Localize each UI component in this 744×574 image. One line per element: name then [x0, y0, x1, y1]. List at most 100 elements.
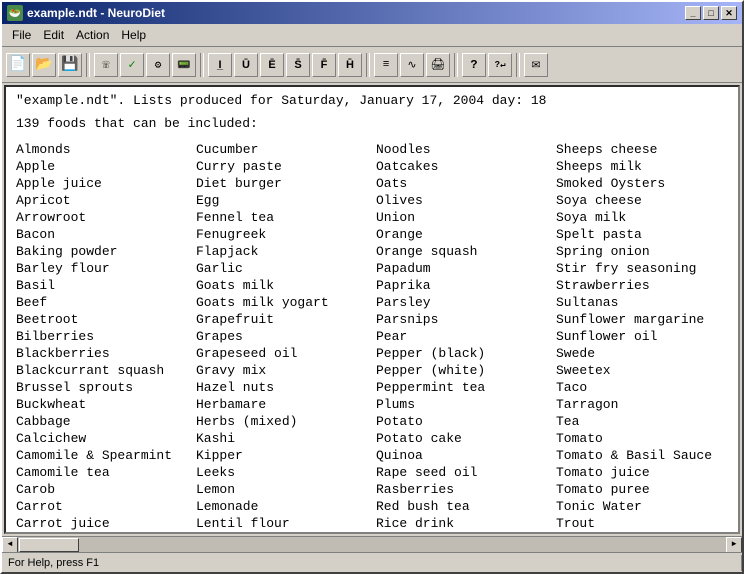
- food-item: Carrot juice: [16, 515, 196, 532]
- wave-icon: ∿: [407, 58, 416, 72]
- print-button[interactable]: 🖨: [426, 53, 450, 77]
- tool-phone2[interactable]: 📟: [172, 53, 196, 77]
- tool-wave[interactable]: ∿: [400, 53, 424, 77]
- food-item: Strawberries: [556, 277, 736, 294]
- menu-edit[interactable]: Edit: [37, 26, 70, 44]
- food-item: Parsley: [376, 294, 556, 311]
- food-item: Egg: [196, 192, 376, 209]
- tool-text-U[interactable]: Ū: [234, 53, 258, 77]
- food-item: Flapjack: [196, 243, 376, 260]
- food-item: Noodles: [376, 141, 556, 158]
- food-item: Gravy mix: [196, 362, 376, 379]
- food-item: Tarragon: [556, 396, 736, 413]
- text-E-icon: Ē: [268, 59, 275, 71]
- food-item: Taco: [556, 379, 736, 396]
- text-H-icon: H̄: [346, 59, 354, 71]
- food-item: Fennel tea: [196, 209, 376, 226]
- food-item: Calcichew: [16, 430, 196, 447]
- text-U-icon: Ū: [242, 59, 250, 71]
- tool-network[interactable]: ⚙: [146, 53, 170, 77]
- food-item: Plums: [376, 396, 556, 413]
- food-item: Barley flour: [16, 260, 196, 277]
- close-button[interactable]: ✕: [721, 6, 737, 20]
- food-item: Tomato juice: [556, 464, 736, 481]
- sep4: [454, 53, 458, 77]
- tool-text-E[interactable]: Ē: [260, 53, 284, 77]
- new-button[interactable]: 📄: [6, 53, 30, 77]
- food-item: Lemon: [196, 481, 376, 498]
- window-title: example.ndt - NeuroDiet: [27, 6, 165, 20]
- food-item: Pepper (black): [376, 345, 556, 362]
- food-item: Tea: [556, 413, 736, 430]
- food-item: Camomile & Spearmint: [16, 447, 196, 464]
- menu-file[interactable]: File: [6, 26, 37, 44]
- food-item: Beetroot: [16, 311, 196, 328]
- food-item: Union: [376, 209, 556, 226]
- scroll-h-left[interactable]: ◄: [2, 537, 18, 553]
- sep2: [200, 53, 204, 77]
- tool-line[interactable]: ≡: [374, 53, 398, 77]
- email-icon: ✉: [532, 56, 540, 73]
- menu-help[interactable]: Help: [115, 26, 152, 44]
- network-icon: ⚙: [155, 58, 162, 72]
- food-item: Leeks: [196, 464, 376, 481]
- scroll-h-right[interactable]: ►: [726, 537, 742, 553]
- food-item: Turkey: [556, 532, 736, 534]
- food-item: Sweetex: [556, 362, 736, 379]
- menu-action[interactable]: Action: [70, 26, 115, 44]
- food-item: Beef: [16, 294, 196, 311]
- food-item: Peppermint tea: [376, 379, 556, 396]
- scroll-h-track[interactable]: [18, 537, 726, 553]
- food-item: Paprika: [376, 277, 556, 294]
- help-button[interactable]: ?: [462, 53, 486, 77]
- food-item: Sheeps milk: [556, 158, 736, 175]
- food-item: Spelt pasta: [556, 226, 736, 243]
- food-item: Spring onion: [556, 243, 736, 260]
- food-item: Lime flower tea: [196, 532, 376, 534]
- header-line1: "example.ndt". Lists produced for Saturd…: [16, 93, 728, 108]
- food-item: Pear: [376, 328, 556, 345]
- save-button[interactable]: 💾: [58, 53, 82, 77]
- food-item: Brussel sprouts: [16, 379, 196, 396]
- bottom-bar: For Help, press F1: [2, 552, 742, 572]
- food-item: Carob: [16, 481, 196, 498]
- food-item: Blackcurrant squash: [16, 362, 196, 379]
- food-item: Tomato: [556, 430, 736, 447]
- food-item: Almonds: [16, 141, 196, 158]
- food-item: Rasberries: [376, 481, 556, 498]
- print-icon: 🖨: [430, 57, 445, 72]
- tool-text-S[interactable]: S̄: [286, 53, 310, 77]
- minimize-button[interactable]: _: [685, 6, 701, 20]
- line-icon: ≡: [383, 59, 390, 71]
- food-item: Rice flour: [376, 532, 556, 534]
- scroll-h-thumb[interactable]: [19, 538, 79, 552]
- food-item: Orange squash: [376, 243, 556, 260]
- help-icon: ?: [470, 58, 477, 72]
- help2-button[interactable]: ?↵: [488, 53, 512, 77]
- open-button[interactable]: 📂: [32, 53, 56, 77]
- food-item: Arrowroot: [16, 209, 196, 226]
- food-item: Stir fry seasoning: [556, 260, 736, 277]
- food-item: Bacon: [16, 226, 196, 243]
- status-text: For Help, press F1: [8, 557, 99, 569]
- food-item: Orange: [376, 226, 556, 243]
- h-scrollbar[interactable]: ◄ ►: [2, 536, 742, 552]
- email-button[interactable]: ✉: [524, 53, 548, 77]
- main-content[interactable]: "example.ndt". Lists produced for Saturd…: [4, 85, 740, 534]
- food-item: Apple: [16, 158, 196, 175]
- food-item: Red bush tea: [376, 498, 556, 515]
- food-item: Blackberries: [16, 345, 196, 362]
- tool-check[interactable]: ✓: [120, 53, 144, 77]
- app-icon: 🥗: [7, 5, 23, 21]
- food-item: Goats milk: [196, 277, 376, 294]
- help2-icon: ?↵: [495, 60, 506, 70]
- food-item: Curry paste: [196, 158, 376, 175]
- food-item: Quinoa: [376, 447, 556, 464]
- tool-text-H[interactable]: H̄: [338, 53, 362, 77]
- tool-text-I[interactable]: I̲: [208, 53, 232, 77]
- food-item: Baking powder: [16, 243, 196, 260]
- food-item: Sultanas: [556, 294, 736, 311]
- maximize-button[interactable]: □: [703, 6, 719, 20]
- tool-phone1[interactable]: ☏: [94, 53, 118, 77]
- tool-text-F[interactable]: F̄: [312, 53, 336, 77]
